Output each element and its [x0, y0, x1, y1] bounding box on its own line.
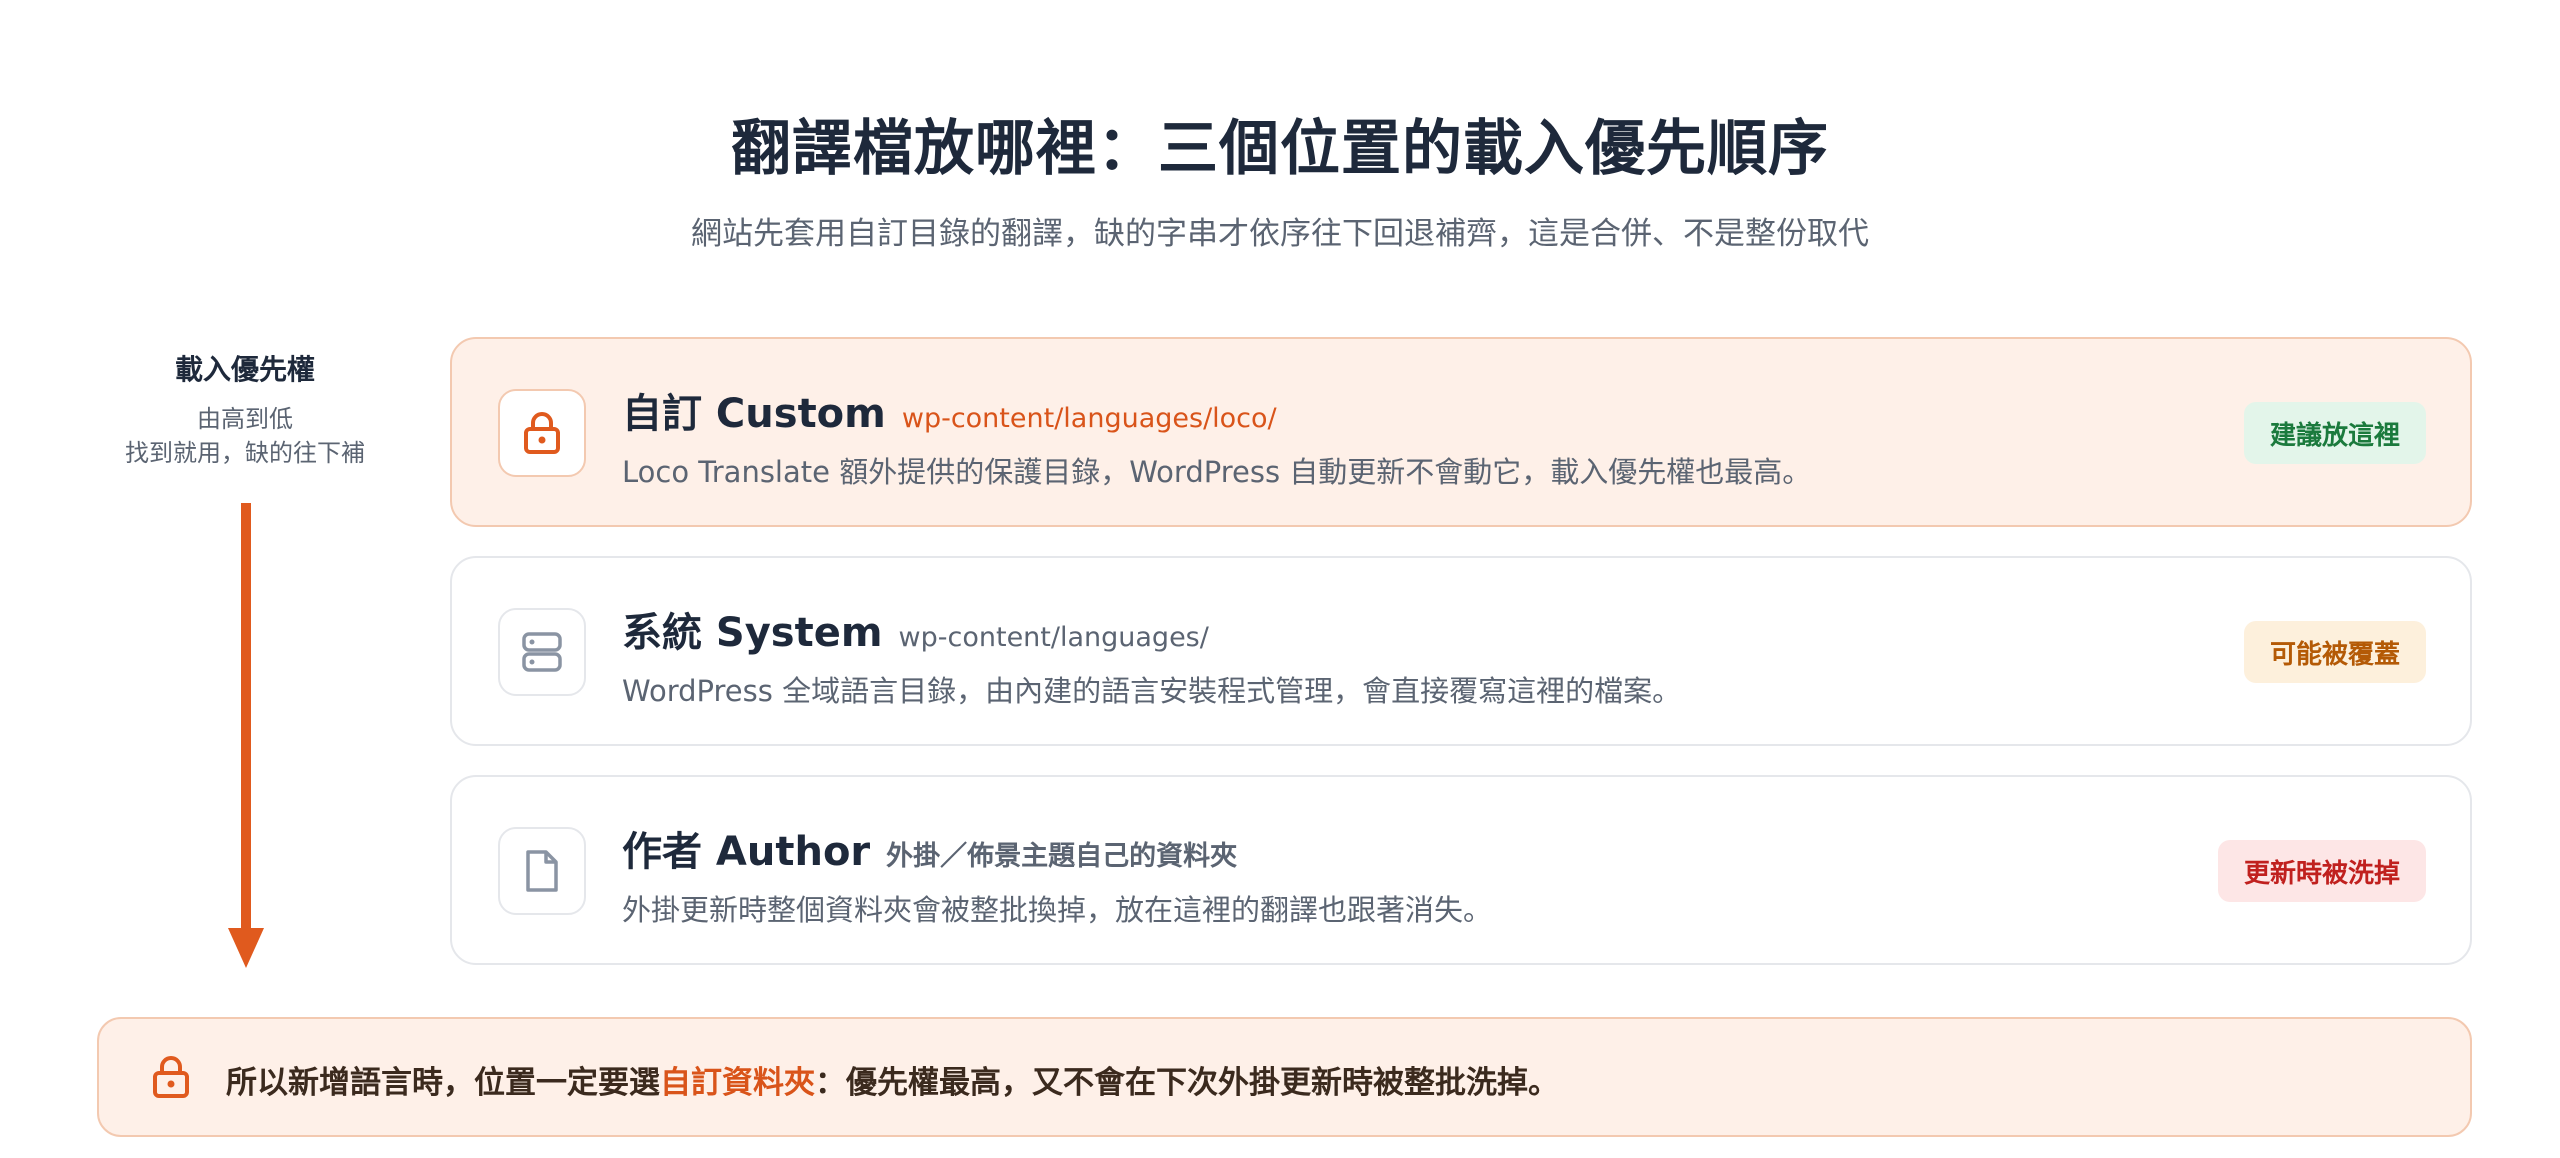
card-author-path: 外掛／佈景主題自己的資料夾	[886, 841, 1238, 872]
priority-line-2: 找到就用，缺的往下補	[125, 439, 365, 467]
card-custom-header: 自訂 Custom wp-content/languages/loco/	[622, 381, 1277, 439]
priority-description: 由高到低 找到就用，缺的往下補	[95, 402, 395, 470]
card-system-path: wp-content/languages/	[898, 622, 1209, 653]
card-author-header: 作者 Author 外掛／佈景主題自己的資料夾	[622, 819, 1237, 877]
summary-note: 所以新增語言時，位置一定要選自訂資料夾：優先權最高，又不會在下次外掛更新時被整批…	[97, 1017, 2472, 1137]
card-custom-name: 自訂 Custom	[622, 391, 886, 437]
card-system-header: 系統 System wp-content/languages/	[622, 600, 1209, 658]
card-system: 系統 System wp-content/languages/ WordPress…	[450, 556, 2472, 746]
card-author: 作者 Author 外掛／佈景主題自己的資料夾 外掛更新時整個資料夾會被整批換掉，…	[450, 775, 2472, 965]
lock-icon	[151, 1055, 191, 1103]
priority-arrow-line	[241, 503, 251, 933]
card-custom-description: Loco Translate 額外提供的保護目錄，WordPress 自動更新不…	[622, 455, 1812, 489]
card-system-badge: 可能被覆蓋	[2243, 621, 2426, 683]
card-author-description: 外掛更新時整個資料夾會被整批換掉，放在這裡的翻譯也跟著消失。	[622, 893, 1493, 927]
lock-icon	[498, 389, 586, 477]
priority-title: 載入優先權	[174, 353, 315, 386]
card-custom: 自訂 Custom wp-content/languages/loco/ Loco…	[450, 337, 2472, 527]
summary-note-text: 所以新增語言時，位置一定要選自訂資料夾：優先權最高，又不會在下次外掛更新時被整批…	[226, 1057, 1559, 1102]
card-author-name: 作者 Author	[622, 829, 871, 875]
card-system-name: 系統 System	[622, 610, 883, 656]
card-system-description: WordPress 全域語言目錄，由內建的語言安裝程式管理，會直接覆寫這裡的檔案…	[622, 674, 1682, 708]
file-icon	[498, 827, 586, 915]
note-highlight: 自訂資料夾	[660, 1065, 815, 1101]
page-subtitle: 網站先套用自訂目錄的翻譯，缺的字串才依序往下回退補齊，這是合併、不是整份取代	[691, 216, 1869, 252]
card-author-badge: 更新時被洗掉	[2217, 840, 2426, 902]
card-custom-path: wp-content/languages/loco/	[901, 403, 1277, 434]
note-suffix: ：優先權最高，又不會在下次外掛更新時被整批洗掉。	[815, 1065, 1559, 1101]
page: 翻譯檔放哪裡：三個位置的載入優先順序 網站先套用自訂目錄的翻譯，缺的字串才依序往…	[0, 0, 2560, 1158]
page-title: 翻譯檔放哪裡：三個位置的載入優先順序	[731, 114, 1829, 184]
priority-line-1: 由高到低	[197, 405, 293, 433]
server-icon	[498, 608, 586, 696]
priority-arrow-head	[228, 928, 264, 968]
priority-legend: 載入優先權 由高到低 找到就用，缺的往下補	[95, 348, 395, 470]
note-prefix: 所以新增語言時，位置一定要選	[226, 1065, 660, 1101]
card-custom-badge: 建議放這裡	[2243, 402, 2426, 464]
